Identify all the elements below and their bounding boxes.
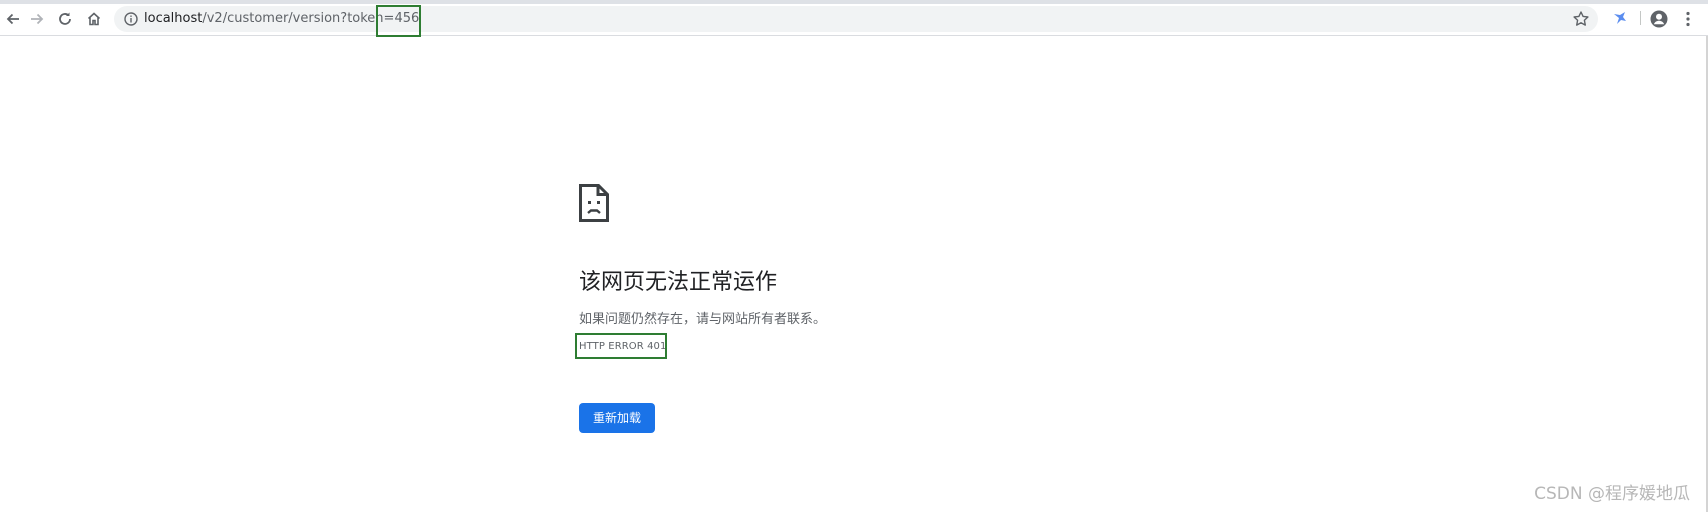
arrow-left-icon — [6, 13, 19, 25]
error-message: 如果问题仍然存在，请与网站所有者联系。 — [579, 312, 827, 327]
back-button[interactable] — [2, 8, 24, 30]
arrow-right-icon — [31, 13, 44, 25]
info-icon[interactable] — [123, 11, 139, 27]
url-path: /v2/customer/version?token=456 — [202, 11, 420, 26]
toolbar-divider — [1640, 11, 1641, 25]
star-icon[interactable] — [1572, 10, 1590, 28]
forward-button[interactable] — [26, 8, 48, 30]
watermark: CSDN @程序媛地瓜 — [1534, 484, 1690, 504]
browser-toolbar: localhost/v2/customer/version?token=456 — [0, 0, 1708, 36]
address-bar[interactable]: localhost/v2/customer/version?token=456 — [114, 6, 1598, 32]
error-heading: 该网页无法正常运作 — [579, 270, 778, 295]
account-icon[interactable] — [1649, 9, 1669, 29]
reload-page-button[interactable]: 重新加载 — [579, 403, 655, 433]
url-host: localhost — [144, 11, 203, 26]
home-button[interactable] — [83, 8, 105, 30]
sad-page-icon — [579, 184, 609, 222]
more-vert-icon[interactable] — [1678, 9, 1698, 29]
reload-button[interactable] — [54, 8, 76, 30]
extension-icon[interactable] — [1610, 9, 1630, 29]
error-code: HTTP ERROR 401 — [579, 341, 667, 352]
home-icon — [87, 12, 101, 26]
url-text[interactable]: localhost/v2/customer/version?token=456 — [144, 10, 419, 28]
reload-icon — [59, 12, 71, 25]
